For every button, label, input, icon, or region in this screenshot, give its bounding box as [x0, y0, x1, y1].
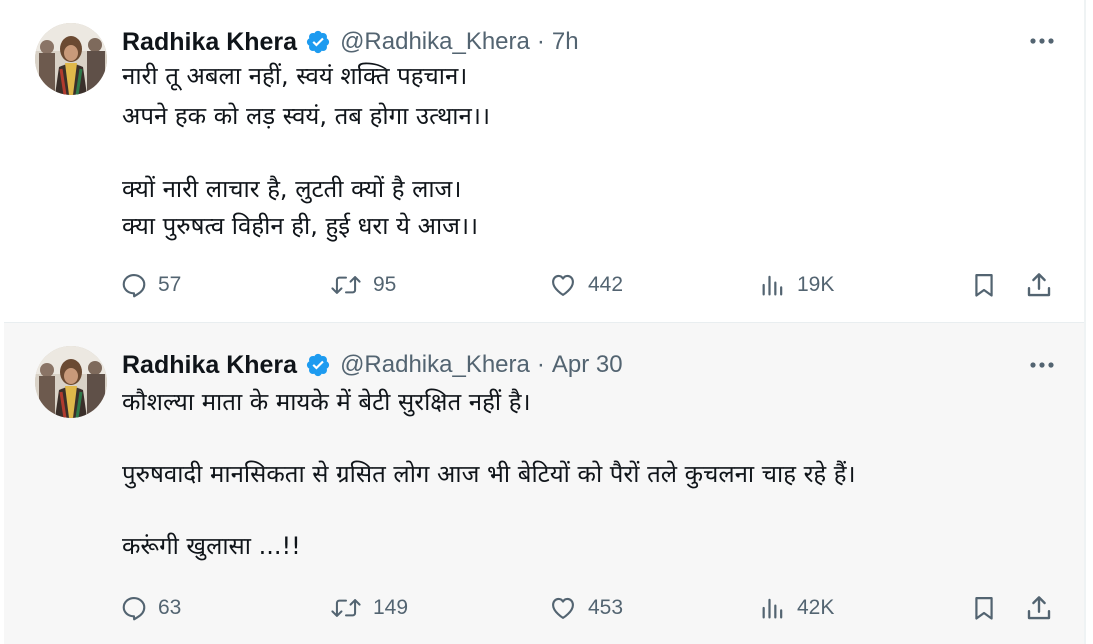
tweet-text-line: पुरुषवादी मानसिकता से ग्रसित लोग आज भी ब…: [122, 460, 856, 488]
author-handle[interactable]: @Radhika_Khera: [340, 28, 530, 56]
tweet-text-line: अपने हक को लड़ स्वयं, तब होगा उत्थान।।: [122, 102, 491, 130]
bookmark-icon: [975, 596, 993, 620]
reply-button[interactable]: 63: [120, 588, 181, 628]
avatar[interactable]: [35, 23, 107, 95]
timestamp[interactable]: Apr 30: [552, 351, 623, 379]
scrollbar-track[interactable]: [1084, 0, 1086, 644]
views-icon: [762, 275, 783, 296]
reply-icon: [122, 274, 146, 298]
tweet-actions: 63 149 453 42K: [4, 588, 1084, 628]
views-icon: [762, 598, 783, 619]
like-button[interactable]: 453: [548, 588, 623, 628]
like-button[interactable]: 442: [548, 265, 623, 305]
views-count: 42K: [797, 596, 835, 619]
author-name[interactable]: Radhika Khera: [122, 28, 297, 57]
share-icon: [1027, 596, 1051, 620]
timestamp[interactable]: 7h: [552, 28, 579, 56]
tweet-header: Radhika Khera @Radhika_Khera · Apr 30: [122, 348, 623, 382]
avatar-image: [35, 23, 107, 95]
reply-count: 57: [158, 273, 182, 296]
views-button[interactable]: 19K: [759, 265, 834, 305]
bookmark-button[interactable]: [970, 588, 998, 628]
tweet[interactable]: Radhika Khera @Radhika_Khera · Apr 30 कौ…: [4, 323, 1084, 644]
retweet-icon: [331, 599, 361, 617]
tweet-actions: 57 95 442 19K: [4, 265, 1084, 305]
tweet-text-line: क्यों नारी लाचार है, लुटती क्यों है लाज।: [122, 175, 462, 203]
reply-count: 63: [158, 596, 182, 619]
separator-dot: ·: [536, 28, 545, 55]
tweet-header: Radhika Khera @Radhika_Khera · 7h: [122, 25, 579, 59]
reply-icon: [122, 597, 146, 621]
verified-badge-icon: [305, 29, 331, 55]
tweet-text-line: क्या पुरुषत्व विहीन ही, हुई धरा ये आज।।: [122, 212, 479, 240]
reply-button[interactable]: 57: [120, 265, 181, 305]
author-name[interactable]: Radhika Khera: [122, 351, 297, 380]
avatar-image: [35, 346, 107, 418]
avatar[interactable]: [35, 346, 107, 418]
separator-dot: ·: [536, 351, 545, 378]
like-icon: [552, 597, 574, 619]
tweet-text-line: कौशल्या माता के मायके में बेटी सुरक्षित …: [122, 388, 531, 416]
more-options-icon[interactable]: [1024, 351, 1060, 379]
retweet-button[interactable]: 149: [329, 588, 408, 628]
share-button[interactable]: [1024, 265, 1054, 305]
timeline-feed[interactable]: Radhika Khera @Radhika_Khera · 7h नारी त…: [0, 0, 1093, 644]
bookmark-icon: [975, 273, 993, 297]
verified-badge-icon: [305, 352, 331, 378]
bookmark-button[interactable]: [970, 265, 998, 305]
views-count: 19K: [797, 273, 835, 296]
share-button[interactable]: [1024, 588, 1054, 628]
like-count: 453: [588, 596, 624, 619]
like-count: 442: [588, 273, 624, 296]
tweet-text-line: नारी तू अबला नहीं, स्वयं शक्ति पहचान।: [122, 62, 468, 90]
views-button[interactable]: 42K: [759, 588, 834, 628]
tweet[interactable]: Radhika Khera @Radhika_Khera · 7h नारी त…: [4, 0, 1084, 323]
retweet-icon: [331, 276, 361, 294]
tweet-text-line: करूंगी खुलासा ...!!: [122, 532, 301, 560]
retweet-button[interactable]: 95: [329, 265, 396, 305]
author-handle[interactable]: @Radhika_Khera: [340, 351, 530, 379]
retweet-count: 149: [373, 596, 409, 619]
more-options-icon[interactable]: [1024, 27, 1060, 55]
retweet-count: 95: [373, 273, 397, 296]
share-icon: [1027, 273, 1051, 297]
like-icon: [552, 274, 574, 296]
